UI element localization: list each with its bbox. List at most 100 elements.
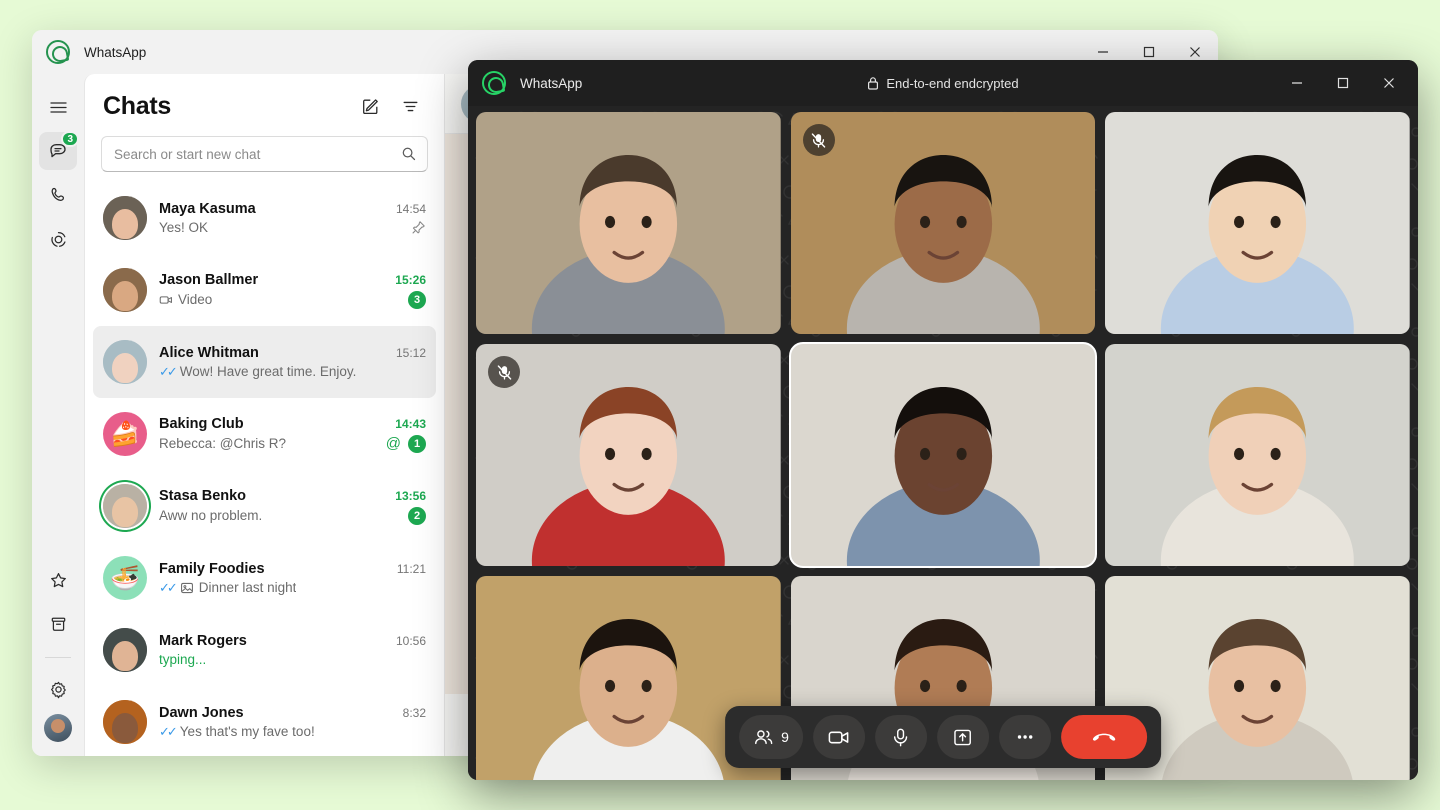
participant-video bbox=[790, 112, 1096, 334]
minimize-button[interactable] bbox=[1274, 60, 1320, 106]
chat-item-meta: Jason Ballmer 15:26 Video 3 bbox=[159, 272, 426, 309]
video-camera-icon bbox=[159, 293, 173, 307]
avatar bbox=[103, 628, 147, 672]
filter-icon[interactable] bbox=[394, 90, 426, 122]
chat-item-preview-row: typing... bbox=[159, 652, 426, 667]
avatar bbox=[103, 268, 147, 312]
chat-item-preview: Yes! OK bbox=[159, 220, 208, 235]
unread-badge: 1 bbox=[408, 434, 426, 453]
maximize-button[interactable] bbox=[1320, 60, 1366, 106]
pin-icon bbox=[411, 220, 426, 235]
microphone-button[interactable] bbox=[874, 715, 927, 759]
chat-item-preview-row: ✓✓ Dinner last night bbox=[159, 580, 426, 596]
whatsapp-logo-icon bbox=[482, 71, 506, 95]
chat-item-preview-text: Yes that's my fave too! bbox=[179, 724, 315, 739]
page-title: Chats bbox=[103, 91, 171, 120]
chat-item-name-row: Alice Whitman 15:12 bbox=[159, 345, 426, 361]
chat-item-preview-row: Aww no problem. 2 bbox=[159, 506, 426, 525]
chat-item-time: 14:43 bbox=[395, 416, 426, 431]
sidebar-item-archived[interactable] bbox=[39, 605, 77, 643]
avatar bbox=[103, 484, 147, 528]
read-receipt-icon: ✓✓ bbox=[159, 579, 178, 595]
chat-item-indicators: @1 bbox=[386, 434, 426, 453]
video-call-window: WhatsApp End-to-end endcrypted 9 bbox=[468, 60, 1418, 780]
search-icon bbox=[401, 146, 417, 162]
search-placeholder: Search or start new chat bbox=[114, 146, 261, 162]
participant-tile[interactable] bbox=[476, 344, 781, 566]
chat-item-preview-row: ✓✓ Yes that's my fave too! bbox=[159, 724, 426, 740]
microphone-muted-icon bbox=[488, 356, 520, 388]
chat-list-item[interactable]: Alice Whitman 15:12 ✓✓ Wow! Have great time… bbox=[93, 326, 436, 398]
chat-item-indicators: 3 bbox=[408, 290, 426, 309]
chat-item-name: Mark Rogers bbox=[159, 633, 247, 649]
avatar bbox=[103, 700, 147, 744]
video-camera-icon bbox=[827, 726, 850, 749]
chat-item-time: 11:21 bbox=[396, 561, 426, 576]
sidebar-item-calls[interactable] bbox=[39, 176, 77, 214]
chat-item-preview: typing... bbox=[159, 652, 206, 667]
call-controls-bar: 9 bbox=[725, 706, 1161, 768]
chat-item-name-row: Stasa Benko 13:56 bbox=[159, 488, 426, 504]
search-input[interactable]: Search or start new chat bbox=[101, 136, 428, 172]
participant-tile[interactable] bbox=[790, 112, 1096, 334]
call-titlebar: WhatsApp End-to-end endcrypted bbox=[468, 60, 1418, 106]
chat-item-name: Alice Whitman bbox=[159, 344, 259, 361]
share-screen-button[interactable] bbox=[936, 715, 989, 759]
lock-icon bbox=[867, 76, 879, 90]
call-app-name: WhatsApp bbox=[520, 75, 583, 91]
participants-count-label: 9 bbox=[781, 729, 789, 745]
chat-item-time: 15:12 bbox=[395, 345, 426, 360]
share-screen-icon bbox=[952, 727, 973, 748]
chat-item-name: Stasa Benko bbox=[159, 487, 247, 504]
profile-avatar[interactable] bbox=[44, 714, 72, 742]
participant-tile[interactable] bbox=[476, 112, 781, 334]
chat-item-meta: Baking Club 14:43 Rebecca: @Chris R? @1 bbox=[159, 416, 426, 453]
main-window-title: WhatsApp bbox=[84, 44, 147, 60]
more-options-button[interactable] bbox=[998, 715, 1051, 759]
hamburger-menu-icon[interactable] bbox=[39, 88, 77, 126]
avatar bbox=[103, 196, 147, 240]
participant-video bbox=[476, 344, 781, 566]
call-window-controls bbox=[1274, 60, 1412, 106]
screen: WhatsApp 3 Chats Search or start new cha… bbox=[0, 0, 1440, 810]
chat-item-indicators bbox=[411, 220, 426, 235]
chat-item-preview: ✓✓ Yes that's my fave too! bbox=[159, 724, 315, 740]
chat-item-preview-text: Aww no problem. bbox=[159, 508, 263, 523]
participants-button[interactable]: 9 bbox=[739, 715, 803, 759]
ellipsis-icon bbox=[1014, 726, 1036, 748]
chat-list-item[interactable]: Stasa Benko 13:56 Aww no problem. 2 bbox=[93, 470, 436, 542]
camera-button[interactable] bbox=[812, 715, 865, 759]
participant-tile[interactable] bbox=[1105, 344, 1410, 566]
search-container: Search or start new chat bbox=[85, 128, 444, 182]
people-icon bbox=[753, 727, 774, 748]
chat-item-name-row: Family Foodies 11:21 bbox=[159, 561, 426, 577]
participant-tile[interactable] bbox=[1105, 112, 1410, 334]
chat-list-item[interactable]: 🍜 Family Foodies 11:21 ✓✓ Dinner last night bbox=[93, 542, 436, 614]
chat-list-item[interactable]: Mark Rogers 10:56 typing... bbox=[93, 614, 436, 686]
chat-list-item[interactable]: Dawn Jones 8:32 ✓✓ Yes that's my fave too! bbox=[93, 686, 436, 756]
gear-icon[interactable] bbox=[39, 670, 77, 708]
avatar: 🍰 bbox=[103, 412, 147, 456]
chat-item-name-row: Mark Rogers 10:56 bbox=[159, 633, 426, 649]
chat-item-preview-text: Video bbox=[178, 292, 213, 307]
chat-list-item[interactable]: Jason Ballmer 15:26 Video 3 bbox=[93, 254, 436, 326]
end-call-button[interactable] bbox=[1060, 715, 1147, 759]
rail-divider bbox=[45, 657, 71, 658]
chat-item-time: 15:26 bbox=[395, 272, 426, 287]
participant-tile[interactable] bbox=[788, 342, 1098, 568]
chat-list-item[interactable]: 🍰 Baking Club 14:43 Rebecca: @Chris R? @1 bbox=[93, 398, 436, 470]
chat-item-preview-text: Rebecca: @Chris R? bbox=[159, 436, 286, 451]
chat-item-preview-row: Yes! OK bbox=[159, 220, 426, 235]
chat-item-preview-row: ✓✓ Wow! Have great time. Enjoy. bbox=[159, 364, 426, 380]
avatar bbox=[103, 340, 147, 384]
compose-icon[interactable] bbox=[354, 90, 386, 122]
chat-item-preview-row: Rebecca: @Chris R? @1 bbox=[159, 434, 426, 453]
chat-list-item[interactable]: Maya Kasuma 14:54 Yes! OK bbox=[93, 182, 436, 254]
participant-video bbox=[1105, 344, 1410, 566]
sidebar-item-starred[interactable] bbox=[39, 561, 77, 599]
sidebar-item-chats[interactable]: 3 bbox=[39, 131, 79, 170]
chat-item-time: 13:56 bbox=[395, 488, 426, 503]
chat-item-preview-text: Dinner last night bbox=[198, 580, 297, 595]
sidebar-item-status[interactable] bbox=[39, 220, 77, 258]
close-button[interactable] bbox=[1366, 60, 1412, 106]
